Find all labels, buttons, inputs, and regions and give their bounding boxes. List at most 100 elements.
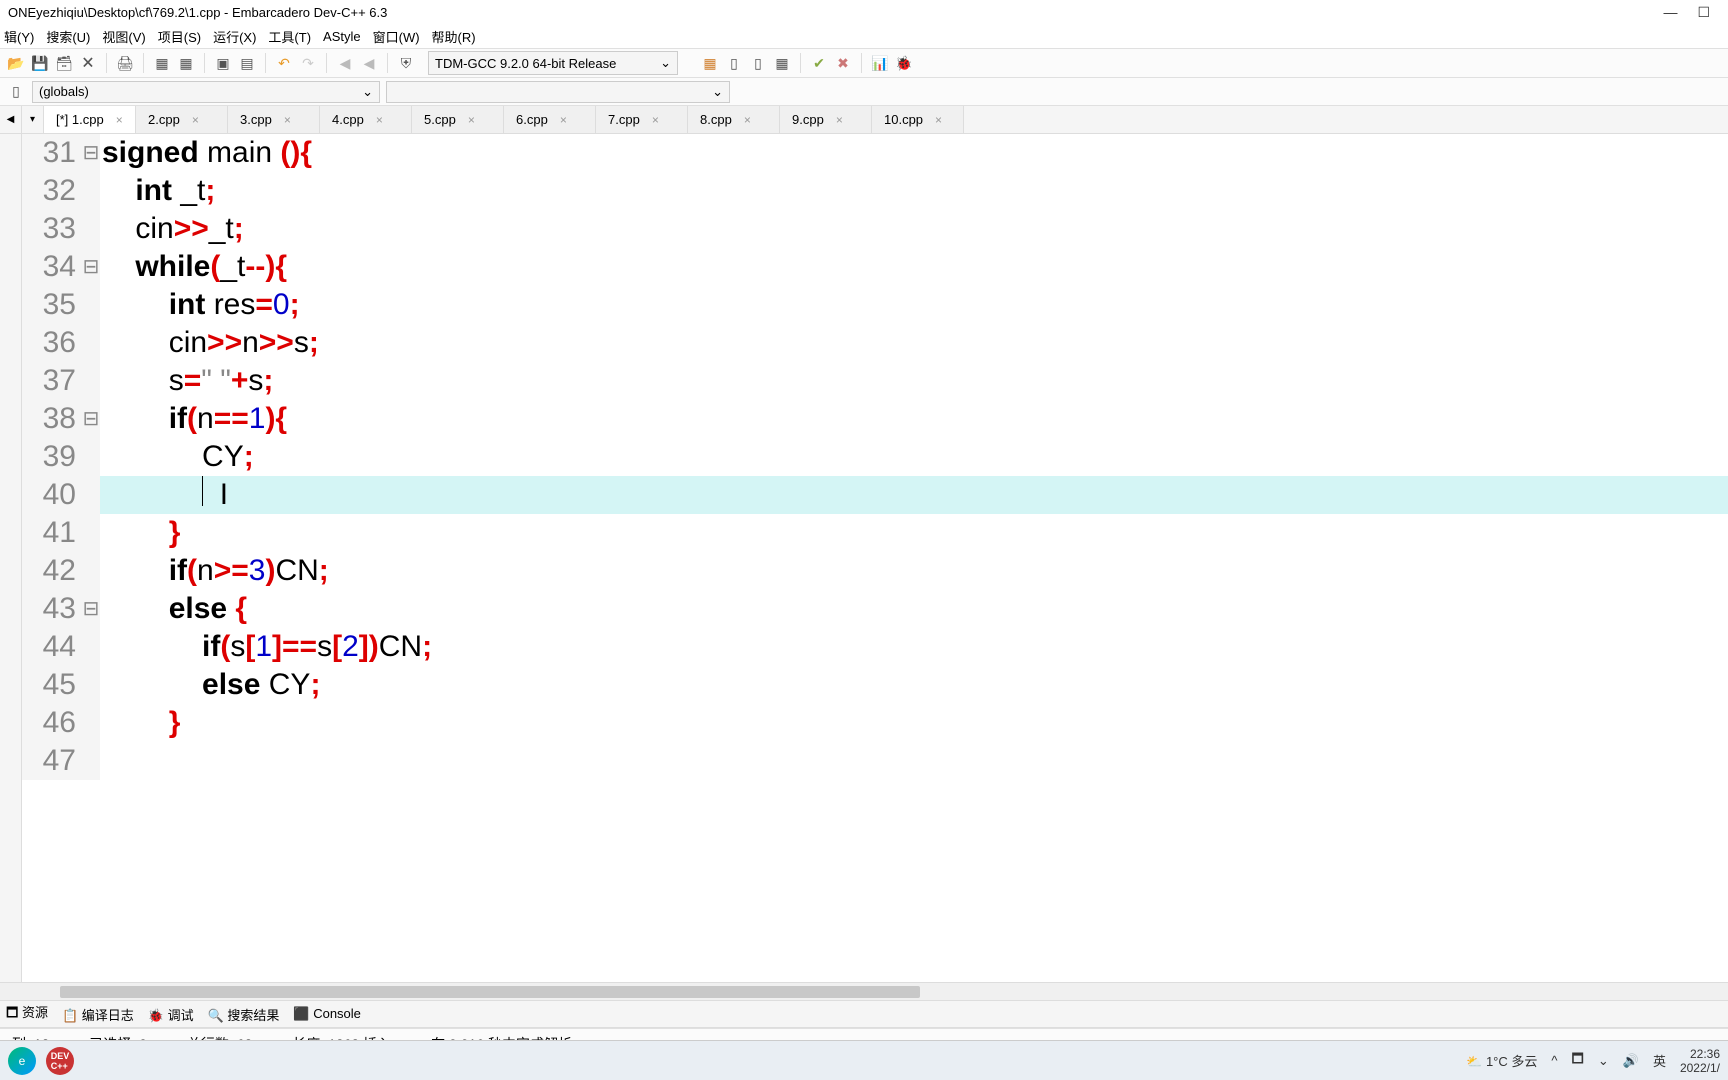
editor-wrap: 31⊟signed main (){ 32 int _t; 33 cin>>_t… — [0, 134, 1728, 982]
redo-icon[interactable]: ↷ — [298, 53, 318, 73]
horizontal-scrollbar[interactable] — [0, 982, 1728, 1000]
clock[interactable]: 22:36 2022/1/ — [1680, 1047, 1720, 1075]
separator — [387, 53, 388, 73]
battery-icon[interactable]: 🗖 — [1571, 1050, 1583, 1072]
editor-tabs: ◀ ▾ [*] 1.cpp × 2.cpp × 3.cpp × 4.cpp× 5.cp… — [0, 106, 1728, 134]
save-all-icon[interactable]: 🗃 — [54, 53, 74, 73]
tab-label: 9.cpp — [792, 112, 824, 127]
window-title: ONEyezhiqiu\Desktop\cf\769.2\1.cpp - Emb… — [8, 5, 1663, 20]
tool-icon[interactable]: ▦ — [176, 53, 196, 73]
menu-search[interactable]: 搜索(U) — [46, 27, 90, 46]
tab-label: [*] 1.cpp — [56, 112, 104, 127]
shield-icon[interactable]: ⛨ — [396, 53, 416, 73]
wifi-icon[interactable]: ⌄ — [1598, 1053, 1609, 1069]
menu-edit[interactable]: 辑(Y) — [4, 27, 34, 46]
close-icon[interactable]: × — [935, 113, 942, 127]
close-icon[interactable]: × — [284, 113, 291, 127]
tab-console[interactable]: ⬛ Console — [293, 1006, 361, 1022]
chevron-down-icon: ⌄ — [660, 55, 671, 71]
close-icon[interactable]: × — [116, 113, 123, 127]
tab-file[interactable]: 8.cpp× — [688, 106, 780, 133]
scrollbar-thumb[interactable] — [60, 986, 920, 998]
tab-scroll-left[interactable]: ◀ — [0, 106, 22, 133]
tab-file[interactable]: 9.cpp × — [780, 106, 872, 133]
ime-indicator[interactable]: 英 — [1653, 1051, 1666, 1070]
code-editor[interactable]: 31⊟signed main (){ 32 int _t; 33 cin>>_t… — [22, 134, 1728, 982]
edge-icon[interactable]: e — [8, 1047, 36, 1075]
tab-label: 10.cpp — [884, 112, 923, 127]
tab-compile-log[interactable]: 📋 编译日志 — [62, 1005, 134, 1024]
close-file-icon[interactable]: 🗙 — [78, 53, 98, 73]
left-gutter — [0, 134, 22, 982]
grid-icon[interactable]: ▦ — [772, 53, 792, 73]
menu-tools[interactable]: 工具(T) — [268, 27, 311, 46]
code-line: 31⊟signed main (){ — [22, 134, 1728, 172]
code-line: 37 s=" "+s; — [22, 362, 1728, 400]
compiler-select[interactable]: TDM-GCC 9.2.0 64-bit Release ⌄ — [428, 51, 678, 75]
bug-icon[interactable]: 🐞 — [894, 53, 914, 73]
maximize-button[interactable]: ☐ — [1697, 4, 1710, 21]
nav-back-icon[interactable]: ◀ — [335, 53, 355, 73]
undo-icon[interactable]: ↶ — [274, 53, 294, 73]
panel-icon[interactable]: ▯ — [748, 53, 768, 73]
scope-icon[interactable]: ▯ — [6, 82, 26, 102]
tab-file[interactable]: 10.cpp × — [872, 106, 964, 133]
tab-file[interactable]: 5.cpp× — [412, 106, 504, 133]
scope-select[interactable]: (globals) ⌄ — [32, 81, 380, 103]
tab-search-results[interactable]: 🔍 搜索结果 — [208, 1005, 280, 1024]
save-icon[interactable]: 💾 — [30, 53, 50, 73]
code-line: 46 } — [22, 704, 1728, 742]
tab-file[interactable]: 2.cpp × — [136, 106, 228, 133]
tab-debug[interactable]: 🐞 调试 — [148, 1005, 194, 1024]
tab-file[interactable]: 3.cpp × — [228, 106, 320, 133]
member-select[interactable]: ⌄ — [386, 81, 730, 103]
tab-dropdown[interactable]: ▾ — [22, 106, 44, 133]
cancel-icon[interactable]: ✖ — [833, 53, 853, 73]
menu-run[interactable]: 运行(X) — [213, 27, 256, 46]
close-icon[interactable]: × — [468, 113, 475, 127]
check-icon[interactable]: ✔ — [809, 53, 829, 73]
tab-file[interactable]: [*] 1.cpp × — [44, 106, 136, 133]
menu-window[interactable]: 窗口(W) — [373, 27, 420, 46]
close-icon[interactable]: × — [560, 113, 567, 127]
system-tray: ⛅ 1°C 多云 ^ 🗖 ⌄ 🔊 英 22:36 2022/1/ — [1466, 1047, 1720, 1075]
taskbar-left: e DEVC++ — [8, 1047, 74, 1075]
code-line: 38⊟ if(n==1){ — [22, 400, 1728, 438]
close-icon[interactable]: × — [192, 113, 199, 127]
sound-icon[interactable]: 🔊 — [1623, 1053, 1639, 1069]
code-line: 35 int res=0; — [22, 286, 1728, 324]
chart-icon[interactable]: 📊 — [870, 53, 890, 73]
code-line: 36 cin>>n>>s; — [22, 324, 1728, 362]
code-line: 33 cin>>_t; — [22, 210, 1728, 248]
menu-help[interactable]: 帮助(R) — [432, 27, 476, 46]
tab-file[interactable]: 7.cpp× — [596, 106, 688, 133]
devcpp-icon[interactable]: DEVC++ — [46, 1047, 74, 1075]
menu-view[interactable]: 视图(V) — [102, 27, 145, 46]
close-icon[interactable]: × — [836, 113, 843, 127]
tab-file[interactable]: 6.cpp× — [504, 106, 596, 133]
grid-icon[interactable]: ▦ — [700, 53, 720, 73]
menu-astyle[interactable]: AStyle — [323, 29, 361, 44]
close-icon[interactable]: × — [376, 113, 383, 127]
tool-icon[interactable]: ▦ — [152, 53, 172, 73]
code-line: 41 } — [22, 514, 1728, 552]
close-icon[interactable]: × — [652, 113, 659, 127]
print-icon[interactable]: 🖨 — [115, 53, 135, 73]
tab-label: 3.cpp — [240, 112, 272, 127]
weather-widget[interactable]: ⛅ 1°C 多云 — [1466, 1051, 1537, 1070]
open-icon[interactable]: 📂 — [6, 53, 26, 73]
tab-resources[interactable]: 🗖 资源 — [6, 1002, 48, 1026]
nav-fwd-icon[interactable]: ◀ — [359, 53, 379, 73]
menu-bar: 辑(Y) 搜索(U) 视图(V) 项目(S) 运行(X) 工具(T) AStyl… — [0, 24, 1728, 48]
panel-icon[interactable]: ▯ — [724, 53, 744, 73]
tool-icon[interactable]: ▣ — [213, 53, 233, 73]
minimize-button[interactable]: — — [1663, 4, 1677, 21]
tab-label: 2.cpp — [148, 112, 180, 127]
tab-file[interactable]: 4.cpp× — [320, 106, 412, 133]
window-controls: — ☐ — [1663, 4, 1720, 21]
tool-icon[interactable]: ▤ — [237, 53, 257, 73]
close-icon[interactable]: × — [744, 113, 751, 127]
code-line: 47 — [22, 742, 1728, 780]
tray-chevron-icon[interactable]: ^ — [1551, 1053, 1557, 1068]
menu-project[interactable]: 项目(S) — [158, 27, 201, 46]
